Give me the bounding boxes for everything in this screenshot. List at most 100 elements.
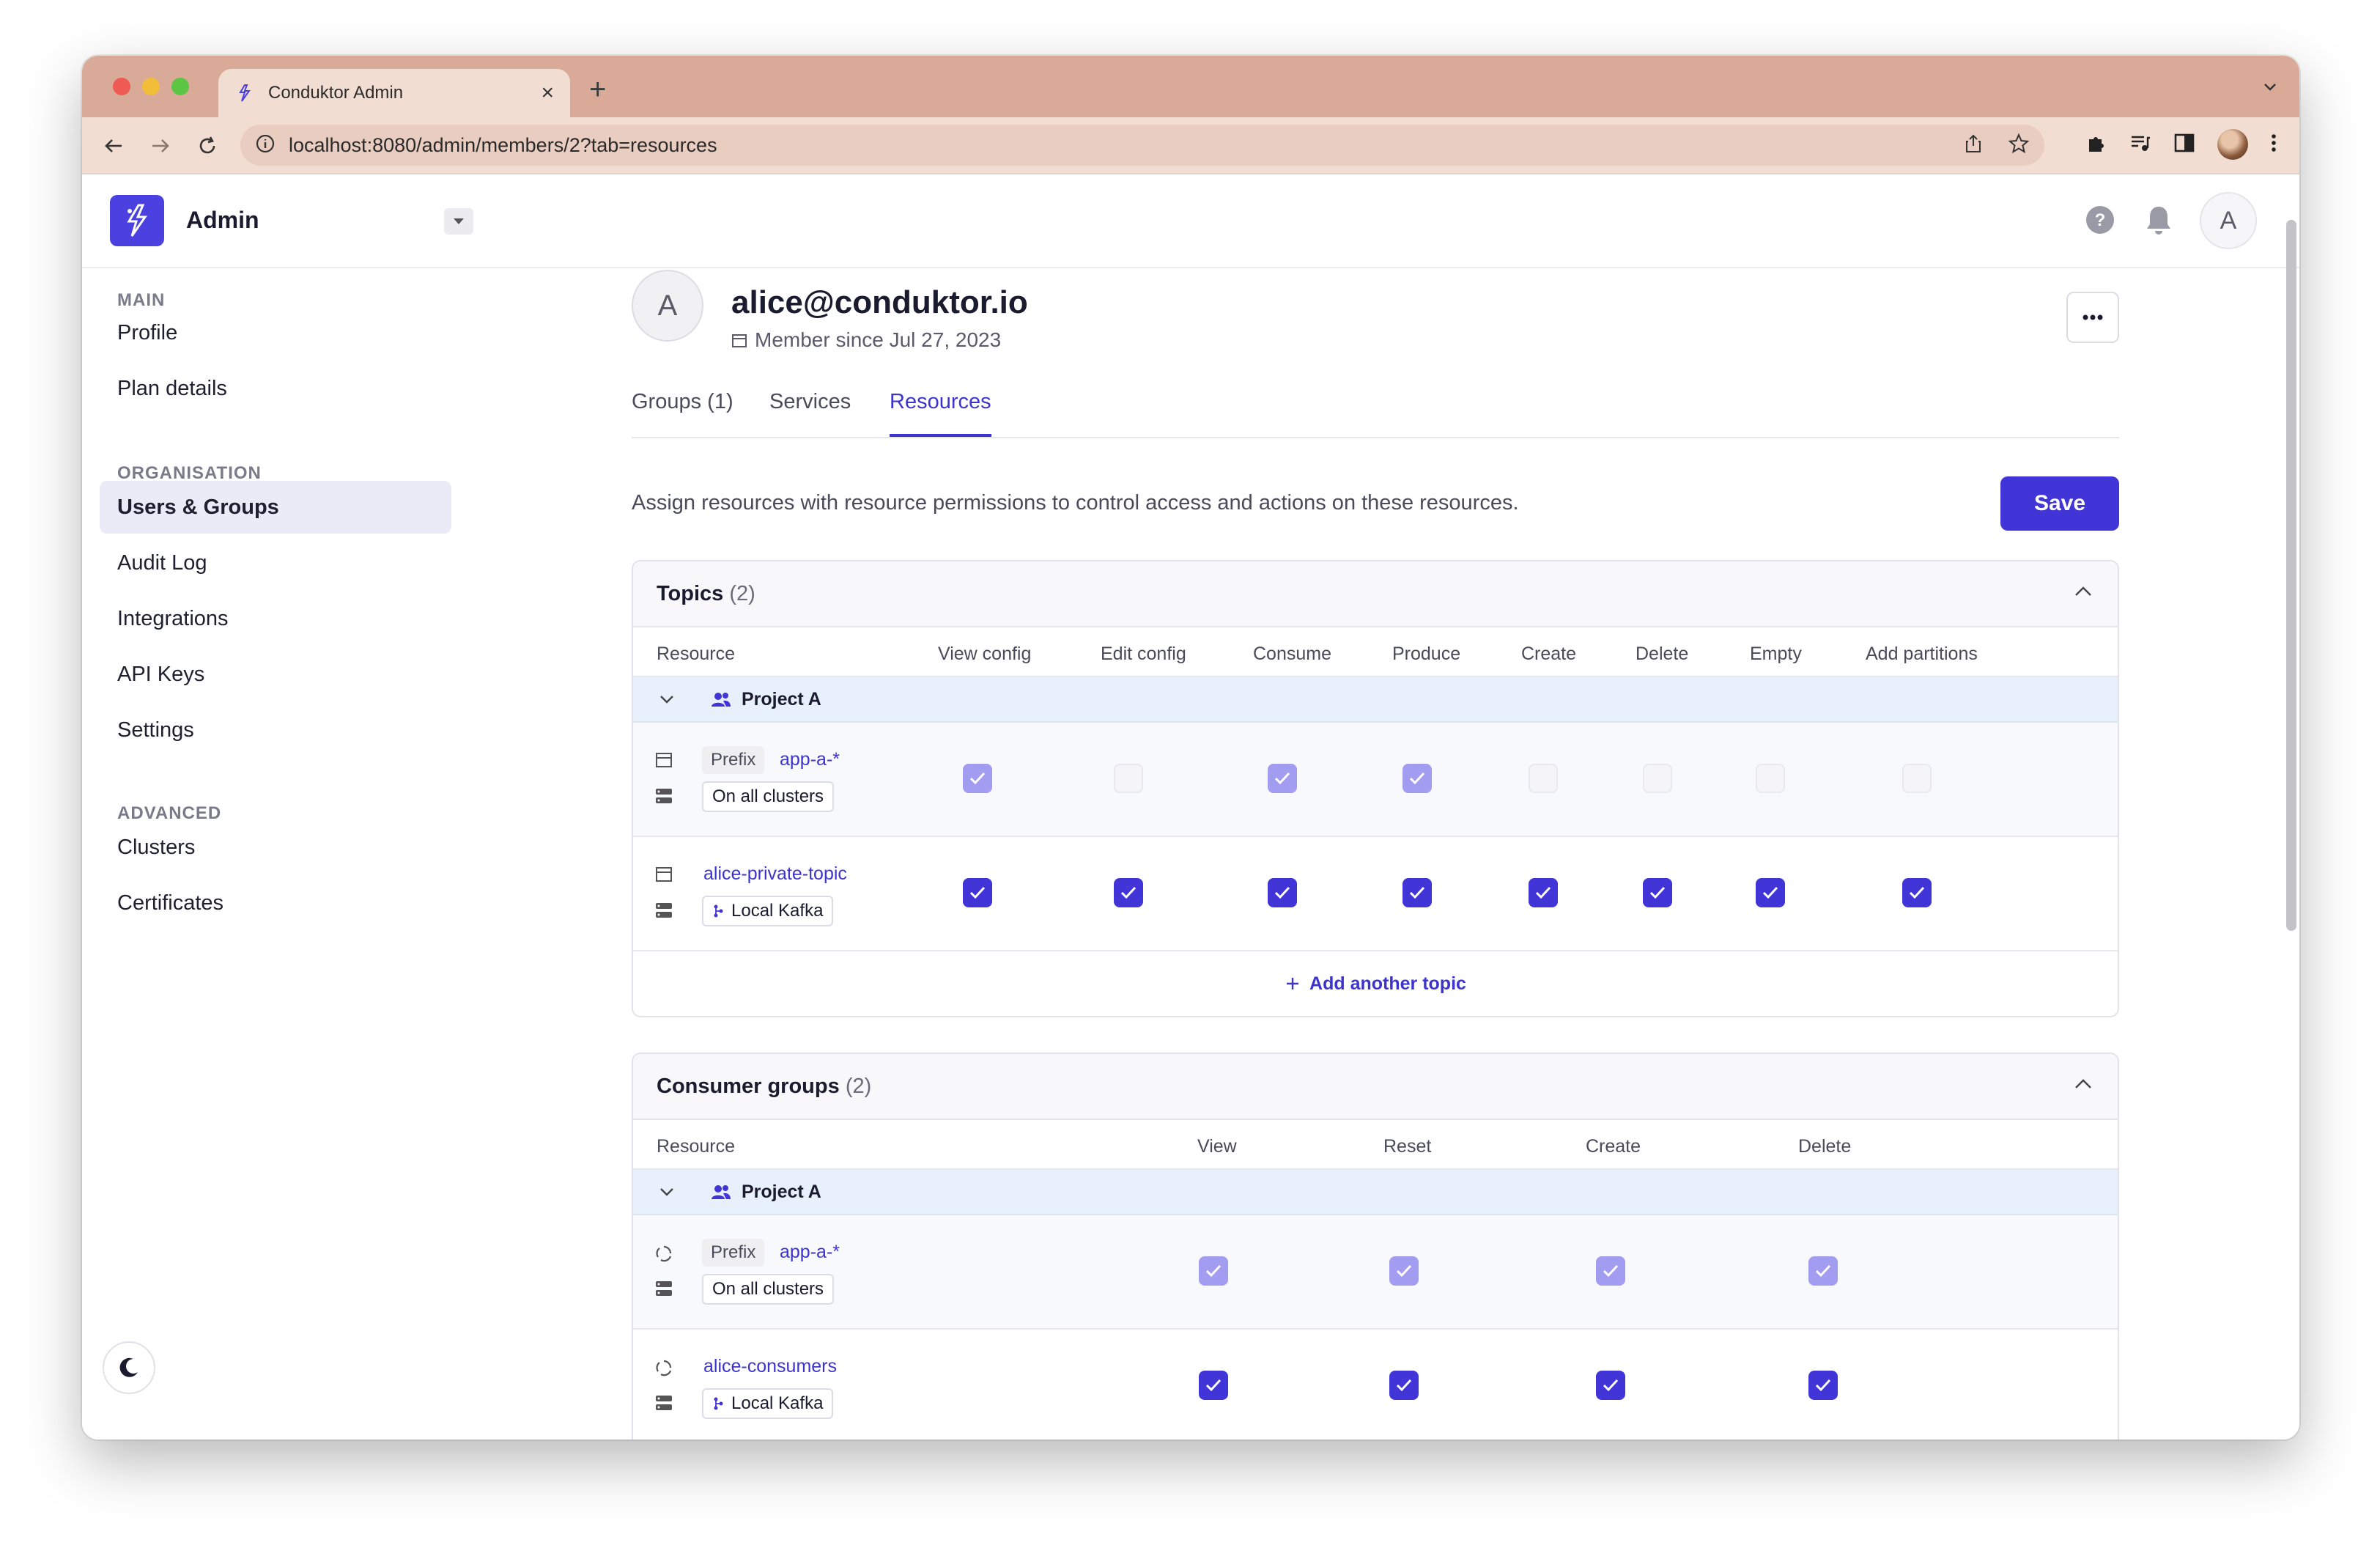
tab-close-icon[interactable]: × — [541, 82, 554, 104]
side-panel-icon[interactable] — [2173, 132, 2195, 158]
sidebar-item-profile[interactable]: Profile — [100, 306, 451, 359]
forward-arrow-icon[interactable] — [147, 132, 174, 160]
col-resource: Resource — [657, 644, 735, 664]
perm-checkbox-view-config[interactable] — [963, 878, 992, 907]
chevron-down-icon[interactable] — [658, 1183, 676, 1204]
perm-checkbox-add-partitions[interactable] — [1902, 878, 1932, 907]
perm-checkbox-create[interactable] — [1596, 1371, 1625, 1400]
maximize-window-button[interactable] — [171, 78, 189, 95]
topic-icon — [655, 752, 673, 772]
app-switcher-dropdown[interactable] — [444, 208, 473, 235]
notification-bell-icon[interactable] — [2144, 204, 2173, 240]
consumer-groups-card-header[interactable]: Consumer groups (2) — [633, 1054, 2118, 1120]
help-icon[interactable]: ? — [2085, 205, 2115, 238]
col-empty: Empty — [1750, 644, 1802, 664]
address-bar[interactable]: localhost:8080/admin/members/2?tab=resou… — [240, 125, 2044, 166]
chevron-up-icon[interactable] — [2074, 1077, 2093, 1094]
sidebar-item-integrations[interactable]: Integrations — [100, 592, 451, 645]
sidebar-item-users-groups[interactable]: Users & Groups — [100, 481, 451, 534]
perm-checkbox-delete[interactable] — [1808, 1371, 1838, 1400]
minimize-window-button[interactable] — [142, 78, 160, 95]
save-button[interactable]: Save — [2000, 476, 2119, 531]
browser-menu-icon[interactable] — [2270, 132, 2277, 158]
conduktor-logo[interactable] — [110, 195, 164, 246]
site-info-icon[interactable] — [255, 133, 276, 158]
sidebar-item-clusters[interactable]: Clusters — [100, 821, 451, 874]
perm-checkbox-create[interactable] — [1596, 1256, 1625, 1286]
url-text[interactable]: localhost:8080/admin/members/2?tab=resou… — [289, 134, 1951, 157]
perm-checkbox-add-partitions[interactable] — [1902, 764, 1932, 793]
browser-tab[interactable]: Conduktor Admin × — [218, 69, 570, 117]
sidebar-item-plan-details[interactable]: Plan details — [100, 362, 451, 415]
new-tab-button[interactable]: + — [589, 75, 606, 104]
perm-checkbox-create[interactable] — [1529, 878, 1558, 907]
perm-checkbox-edit-config[interactable] — [1114, 878, 1143, 907]
more-options-button[interactable] — [2066, 292, 2119, 343]
col-reset: Reset — [1383, 1136, 1432, 1157]
browser-toolbar: localhost:8080/admin/members/2?tab=resou… — [82, 117, 2299, 174]
member-since: Member since Jul 27, 2023 — [731, 328, 1001, 352]
col-produce: Produce — [1392, 644, 1461, 664]
back-arrow-icon[interactable] — [100, 132, 128, 160]
page-scrollbar[interactable] — [2286, 220, 2296, 931]
perm-checkbox-delete[interactable] — [1643, 878, 1672, 907]
sidebar-item-api-keys[interactable]: API Keys — [100, 648, 451, 701]
sidebar-item-certificates[interactable]: Certificates — [100, 877, 451, 929]
perm-checkbox-delete[interactable] — [1643, 764, 1672, 793]
table-row: alice-consumers Local Kafka — [633, 1330, 2118, 1440]
resource-name-link[interactable]: app-a-* — [780, 1242, 840, 1263]
perm-checkbox-delete[interactable] — [1808, 1256, 1838, 1286]
add-another-topic-button[interactable]: Add another topic — [633, 951, 2118, 1016]
cluster-icon — [655, 1394, 673, 1415]
perm-checkbox-view-config[interactable] — [963, 764, 992, 793]
resource-name-link[interactable]: alice-consumers — [703, 1356, 837, 1377]
perm-checkbox-empty[interactable] — [1756, 764, 1785, 793]
plus-icon — [1287, 978, 1299, 989]
member-since-text: Member since Jul 27, 2023 — [755, 328, 1002, 351]
perm-checkbox-produce[interactable] — [1402, 764, 1432, 793]
perm-checkbox-produce[interactable] — [1402, 878, 1432, 907]
extensions-puzzle-icon[interactable] — [2085, 132, 2107, 158]
browser-profile-avatar[interactable] — [2217, 129, 2248, 160]
bookmark-star-icon[interactable] — [2008, 133, 2030, 158]
tab-list-chevron-icon[interactable] — [2261, 78, 2279, 99]
media-playlist-icon[interactable] — [2129, 132, 2151, 158]
consumer-group-icon — [655, 1245, 673, 1266]
perm-checkbox-consume[interactable] — [1268, 878, 1297, 907]
col-view: View — [1197, 1136, 1237, 1157]
app-root: Admin ? A MAIN Profile Plan details ORGA… — [82, 174, 2299, 1440]
app-name: Admin — [186, 207, 259, 233]
perm-checkbox-view[interactable] — [1199, 1371, 1228, 1400]
close-window-button[interactable] — [113, 78, 130, 95]
perm-checkbox-view[interactable] — [1199, 1256, 1228, 1286]
dark-mode-toggle[interactable] — [103, 1341, 155, 1394]
sidebar-item-settings[interactable]: Settings — [100, 704, 451, 756]
table-row: Prefix app-a-* On all clusters — [633, 723, 2118, 837]
perm-checkbox-edit-config[interactable] — [1114, 764, 1143, 793]
col-add-partitions: Add partitions — [1866, 644, 1978, 664]
consumer-groups-group-row: Project A — [633, 1170, 2118, 1215]
resource-name-link[interactable]: alice-private-topic — [703, 863, 847, 885]
chevron-up-icon[interactable] — [2074, 585, 2093, 602]
perm-checkbox-consume[interactable] — [1268, 764, 1297, 793]
consumer-groups-title: Consumer groups (2) — [657, 1075, 871, 1099]
reload-icon[interactable] — [193, 132, 221, 160]
resource-name-link[interactable]: app-a-* — [780, 749, 840, 770]
tab-services[interactable]: Services — [769, 390, 851, 437]
tab-resources[interactable]: Resources — [890, 390, 991, 437]
topics-title: Topics (2) — [657, 582, 755, 606]
perm-checkbox-reset[interactable] — [1389, 1371, 1419, 1400]
user-menu-avatar[interactable]: A — [2200, 192, 2257, 249]
perm-checkbox-create[interactable] — [1529, 764, 1558, 793]
tab-groups[interactable]: Groups (1) — [632, 390, 733, 437]
cluster-tag: On all clusters — [702, 781, 835, 812]
share-icon[interactable] — [1964, 133, 1983, 158]
sidebar-item-audit-log[interactable]: Audit Log — [100, 537, 451, 589]
perm-checkbox-empty[interactable] — [1756, 878, 1785, 907]
topics-card-header[interactable]: Topics (2) — [633, 561, 2118, 627]
chevron-down-icon[interactable] — [658, 690, 676, 712]
col-consume: Consume — [1253, 644, 1331, 664]
users-group-icon — [711, 690, 731, 712]
app-header: Admin ? A — [82, 174, 2299, 268]
perm-checkbox-reset[interactable] — [1389, 1256, 1419, 1286]
